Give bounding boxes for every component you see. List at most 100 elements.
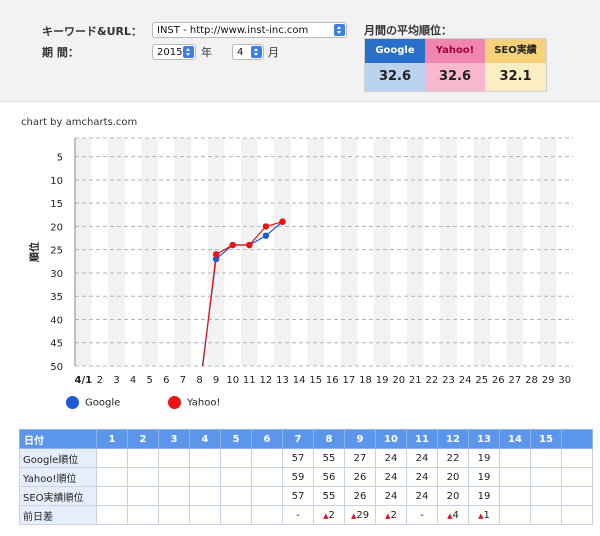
x-tick-label: 26: [492, 375, 505, 386]
x-tick-label: 8: [196, 375, 202, 386]
select-arrows-icon: [251, 46, 262, 58]
diff-cell: [251, 505, 283, 525]
diff-value: 29: [356, 509, 370, 521]
y-tick-label: 30: [50, 269, 63, 280]
rank-cell: [158, 448, 190, 468]
diff-cell: -: [406, 505, 438, 525]
x-tick-label: 15: [309, 375, 322, 386]
period-label: 期 間：: [42, 46, 79, 59]
keyword-url-select[interactable]: INST - http://www.inst-inc.com: [152, 22, 347, 38]
x-tick-label: 18: [359, 375, 372, 386]
select-arrows-icon: [334, 24, 345, 36]
empty-cell: [561, 486, 593, 506]
diff-value: 2: [328, 509, 335, 521]
legend-google[interactable]: Google: [66, 396, 120, 409]
table-day-header: 5: [220, 429, 252, 449]
table-day-header: 14: [499, 429, 531, 449]
x-tick-label: 14: [293, 375, 306, 386]
seo-rank-value: 32.1: [485, 63, 546, 91]
row-label: 前日差: [19, 505, 97, 525]
rank-cell: [499, 467, 531, 487]
rank-cell: [127, 448, 159, 468]
x-tick-label: 13: [276, 375, 289, 386]
x-tick-label: 30: [558, 375, 571, 386]
yahoo-legend-label: Yahoo!: [187, 397, 221, 409]
rank-cell: [189, 486, 221, 506]
diff-value: 4: [452, 509, 459, 521]
y-tick-label: 15: [50, 199, 63, 210]
year-value: 2015: [157, 47, 183, 58]
diff-cell: [96, 505, 128, 525]
table-row: Google順位 57 55 27 24 24 22 19: [19, 448, 593, 468]
table-day-header: 9: [344, 429, 376, 449]
x-tick-label: 2: [97, 375, 103, 386]
grid-band: [141, 138, 158, 366]
google-rank-value: 32.6: [365, 63, 425, 91]
rank-cell: 26: [344, 467, 376, 487]
x-tick-label: 10: [226, 375, 239, 386]
rank-cell: 20: [437, 486, 469, 506]
x-tick-label: 23: [442, 375, 455, 386]
grid-band: [506, 138, 524, 366]
rank-cell: [251, 448, 283, 468]
x-tick-label: 28: [525, 375, 538, 386]
rank-cell: 57: [282, 486, 314, 506]
x-tick-label: 17: [343, 375, 356, 386]
row-label: Google順位: [19, 448, 97, 468]
y-tick-label: 20: [50, 222, 63, 233]
rank-cell: [530, 486, 562, 506]
grid-band: [539, 138, 557, 366]
x-tick-label: 7: [180, 375, 186, 386]
rank-cell: 24: [406, 448, 438, 468]
table-day-header: 10: [375, 429, 407, 449]
rank-cell: [96, 467, 128, 487]
rank-cell: [530, 467, 562, 487]
x-tick-label: 20: [392, 375, 405, 386]
table-day-header: 4: [189, 429, 221, 449]
table-row: 前日差 - ▲2 ▲29 ▲2 - ▲4 ▲1: [19, 505, 593, 525]
x-tick-label: 4/1: [75, 375, 93, 386]
yahoo-data-point: [246, 241, 253, 249]
legend-yahoo[interactable]: Yahoo!: [168, 396, 220, 409]
diff-cell: ▲2: [313, 505, 345, 525]
rank-cell: [251, 486, 283, 506]
table-header-row: 日付 1 2 3 4 5 6 7 8 9 10 11 12 13 14 15: [19, 429, 593, 449]
diff-cell: ▲1: [468, 505, 500, 525]
seo-rank-header: SEO実績: [485, 39, 546, 63]
table-day-header: 11: [406, 429, 438, 449]
rank-cell: 19: [468, 467, 500, 487]
yahoo-rank-header: Yahoo!: [425, 39, 485, 63]
grid-band: [75, 138, 92, 366]
google-legend-label: Google: [85, 397, 121, 409]
row-label: SEO実績順位: [19, 486, 97, 506]
diff-cell: [158, 505, 190, 525]
year-select[interactable]: 2015: [152, 44, 196, 60]
google-legend-marker: [66, 396, 79, 409]
y-tick-label: 5: [57, 153, 63, 164]
filter-panel: キーワード&URL： INST - http://www.inst-inc.co…: [0, 0, 600, 102]
table-day-header: 13: [468, 429, 500, 449]
row-label: Yahoo!順位: [19, 467, 97, 487]
x-tick-label: 9: [213, 375, 219, 386]
grid-band: [307, 138, 324, 366]
table-day-header: 7: [282, 429, 314, 449]
rank-cell: [127, 467, 159, 487]
x-tick-label: 5: [147, 375, 153, 386]
table-row: Yahoo!順位 59 56 26 24 24 20 19: [19, 467, 593, 487]
x-tick-label: 12: [260, 375, 273, 386]
grid-band: [274, 138, 291, 366]
rank-cell: 24: [375, 467, 407, 487]
diff-cell: ▲2: [375, 505, 407, 525]
rank-cell: [127, 486, 159, 506]
month-value: 4: [237, 47, 244, 58]
monthly-average-title: 月間の平均順位：: [364, 24, 452, 37]
rank-cell: 56: [313, 467, 345, 487]
table-day-header: 2: [127, 429, 159, 449]
rank-cell: 55: [313, 448, 345, 468]
x-tick-label: 4: [130, 375, 136, 386]
rank-cell: 24: [406, 486, 438, 506]
rank-cell: 26: [344, 486, 376, 506]
google-data-point: [262, 232, 270, 239]
month-select[interactable]: 4: [232, 44, 264, 60]
rank-cell: [499, 448, 531, 468]
